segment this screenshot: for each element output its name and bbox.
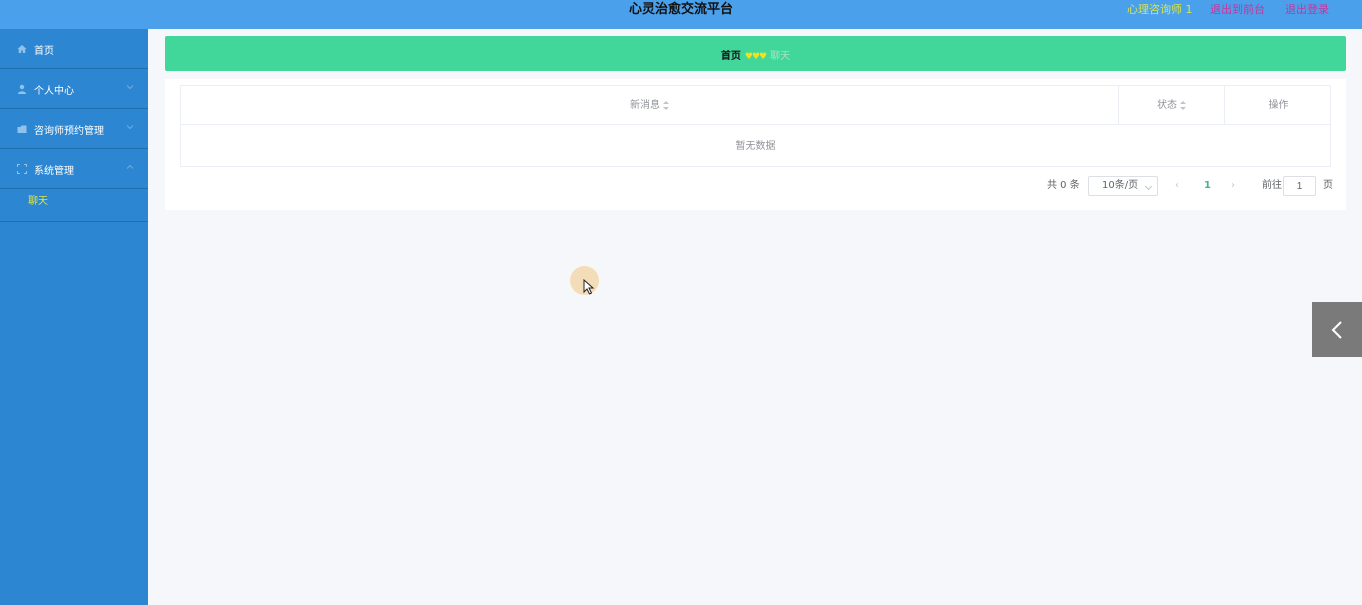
front-site-link[interactable]: 退出到前台 (1210, 1, 1265, 17)
breadcrumb-current: 聊天 (770, 51, 791, 62)
logout-link[interactable]: 退出登录 (1285, 1, 1329, 17)
column-header-label: 操作 (1268, 100, 1289, 111)
column-header-status[interactable]: 状态 (1119, 86, 1225, 125)
sort-icon[interactable] (663, 100, 669, 110)
breadcrumb-separator: ♥♥♥ (744, 52, 767, 62)
sidebar-item-appointment-management[interactable]: 咨询师预约管理 (0, 109, 148, 149)
side-panel-toggle[interactable] (1312, 302, 1362, 357)
sidebar-item-system-management[interactable]: 系统管理 (0, 149, 148, 189)
mouse-pointer-icon (583, 279, 595, 295)
current-user: 心理咨询师 1 (1127, 3, 1193, 16)
pagination-total: 共 0 条 (1047, 180, 1080, 191)
sidebar-item-personal-center[interactable]: 个人中心 (0, 69, 148, 109)
sort-icon[interactable] (1180, 100, 1186, 110)
column-header-actions: 操作 (1225, 86, 1332, 125)
sidebar-item-label: 系统管理 (34, 166, 74, 177)
table-header: 新消息 状态 操作 (181, 86, 1330, 125)
goto-page-input[interactable] (1283, 176, 1316, 196)
system-submenu: 聊天 (0, 189, 148, 222)
page-unit-label: 页 (1323, 180, 1333, 191)
column-header-new-message[interactable]: 新消息 (181, 86, 1119, 125)
chevron-down-icon (1144, 182, 1153, 191)
empty-state: 暂无数据 (735, 141, 776, 152)
sidebar-item-label: 咨询师预约管理 (34, 126, 104, 137)
chevron-down-icon (126, 125, 134, 130)
prev-page-button[interactable]: ‹ (1175, 176, 1185, 196)
top-header: 心灵治愈交流平台 心理咨询师 1 退出到前台 退出登录 (0, 0, 1362, 29)
breadcrumb: 首页 ♥♥♥ 聊天 (165, 36, 1346, 71)
sidebar-subitem-chat[interactable]: 聊天 (28, 192, 48, 207)
sidebar-item-home[interactable]: 首页 (0, 29, 148, 69)
home-icon (17, 45, 27, 53)
message-table: 新消息 状态 操作 暂无数据 (180, 85, 1331, 167)
sidebar-item-label: 首页 (34, 46, 54, 57)
breadcrumb-home[interactable]: 首页 (721, 51, 741, 62)
sidebar-item-label: 个人中心 (34, 86, 74, 97)
column-header-label: 新消息 (630, 100, 660, 111)
chevron-up-icon (126, 164, 134, 169)
goto-label: 前往 (1262, 180, 1282, 191)
content-panel: 新消息 状态 操作 暂无数据 共 0 条 10条/页 ‹ 1 › 前往 页 (165, 79, 1346, 210)
user-icon (18, 84, 26, 94)
sidebar: 首页 个人中心 咨询师预约管理 系统管理 聊天 (0, 29, 148, 605)
page-size-select[interactable]: 10条/页 (1088, 176, 1158, 196)
page-number-current[interactable]: 1 (1204, 176, 1211, 196)
system-icon (17, 164, 27, 174)
folder-icon (17, 125, 27, 133)
column-header-label: 状态 (1157, 100, 1177, 111)
chevron-down-icon (126, 85, 134, 90)
chevron-left-icon (1331, 321, 1342, 339)
next-page-button[interactable]: › (1231, 176, 1241, 196)
page-size-value: 10条/页 (1102, 180, 1139, 191)
